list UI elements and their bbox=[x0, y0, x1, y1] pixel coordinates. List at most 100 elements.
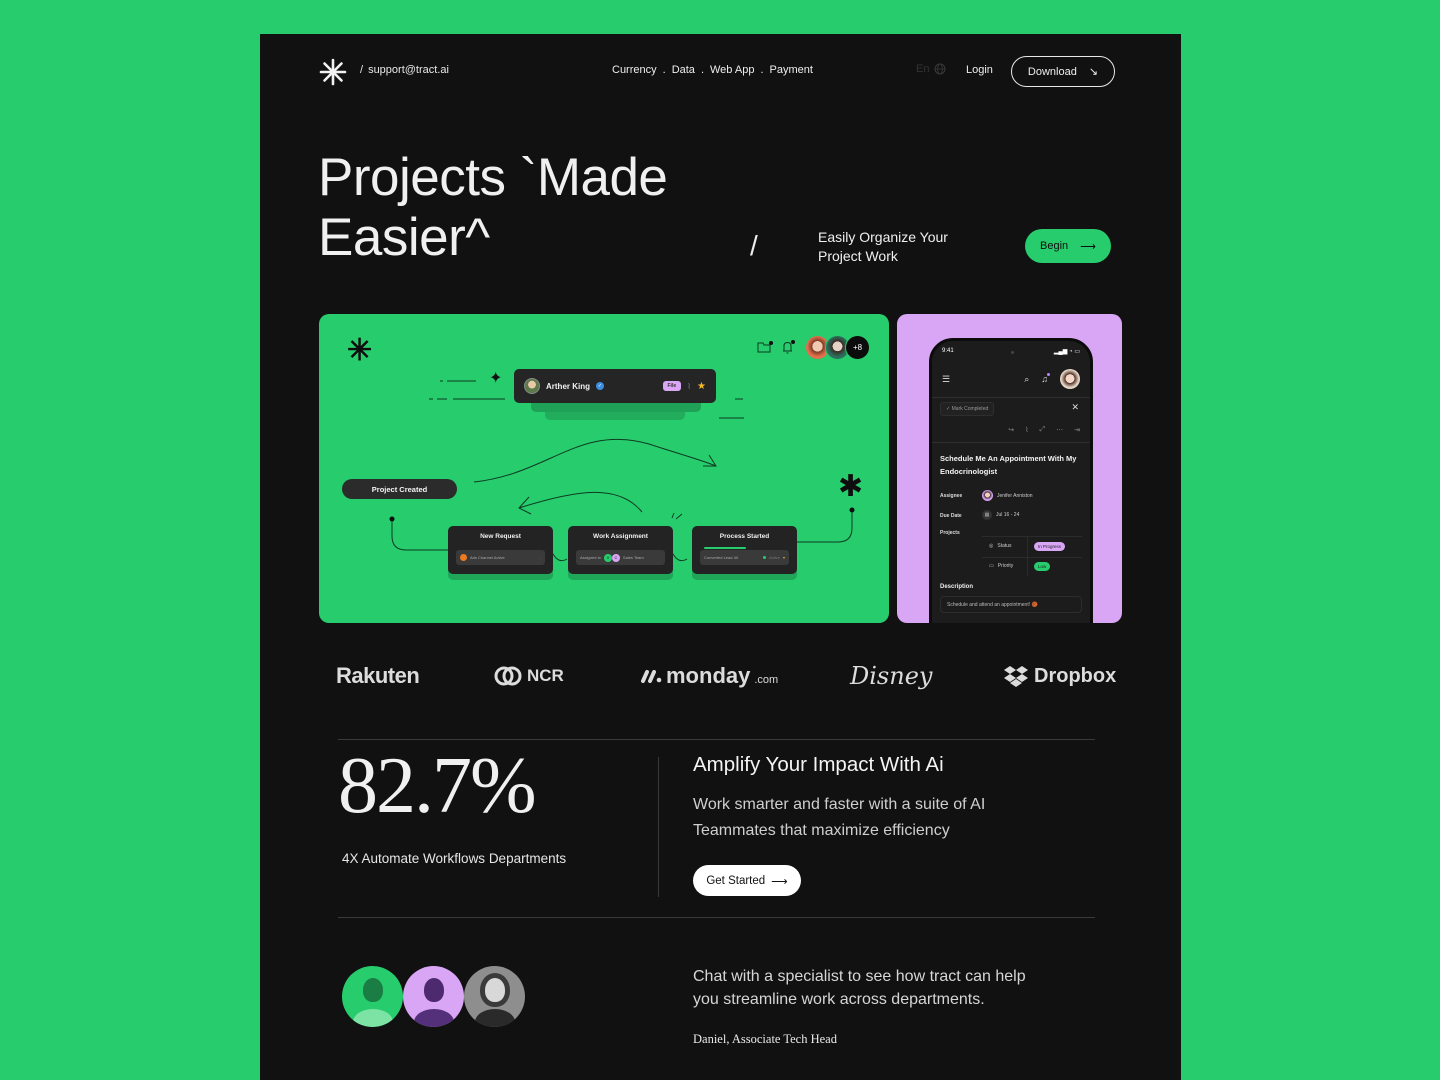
step-detail-text: Converted Lead 4X bbox=[704, 555, 739, 560]
dropbox-text: Dropbox bbox=[1034, 664, 1117, 687]
share-icon[interactable]: ↪ bbox=[1008, 426, 1014, 434]
nav-payment[interactable]: Payment bbox=[770, 64, 813, 76]
step-detail: Assigned to V C Sales Team bbox=[576, 550, 665, 565]
monday-logo: monday .com bbox=[640, 656, 778, 696]
expand-icon[interactable]: ⤢ bbox=[1040, 426, 1046, 434]
dropbox-logo: Dropbox bbox=[1003, 656, 1116, 696]
bell-icon[interactable]: ♫ bbox=[1041, 373, 1050, 384]
hero-title-line1: Projects `Made bbox=[318, 148, 668, 207]
disney-logo: Disney bbox=[850, 662, 933, 690]
task-title: Schedule Me An Appointment With My Endoc… bbox=[940, 454, 1077, 476]
hero-title-line2: Easier^ bbox=[318, 208, 490, 267]
download-label: Download bbox=[1027, 65, 1077, 78]
assignee-chip: V bbox=[603, 553, 612, 562]
attachment-icon[interactable]: ⌇ bbox=[1025, 426, 1028, 434]
folder-icon[interactable] bbox=[757, 341, 773, 354]
status-text: Active bbox=[769, 555, 780, 560]
avatar bbox=[982, 490, 993, 501]
support-contact[interactable]: / support@tract.ai bbox=[360, 64, 449, 76]
nav-data[interactable]: Data bbox=[672, 64, 695, 76]
monday-text: monday bbox=[666, 663, 751, 688]
stat-value: 82.7% bbox=[338, 742, 537, 830]
menu-icon[interactable]: ☰ bbox=[942, 374, 950, 385]
card-stack-shadow bbox=[531, 402, 701, 412]
nav-separator: . bbox=[662, 64, 666, 76]
due-date-text: Jul 16 - 24 bbox=[996, 512, 1020, 518]
login-link[interactable]: Login bbox=[966, 64, 993, 76]
hero-title: Projects `Made Easier^ bbox=[318, 148, 668, 268]
status-badge[interactable]: In Progress bbox=[1034, 542, 1066, 551]
close-icon[interactable]: ✕ bbox=[1071, 402, 1079, 413]
mobile-preview-card: 9:41 ▂▄▆ ◔ ▭ ☰ ⌕ ♫ ✓ Mark Completed ✕ ↪ … bbox=[897, 314, 1122, 623]
arrow-down-right-icon: ↘ bbox=[1088, 66, 1099, 78]
get-started-button[interactable]: Get Started ⟶ bbox=[693, 865, 801, 896]
priority-property: ▭ Priority bbox=[989, 563, 1013, 569]
due-date-value[interactable]: ▦ Jul 16 - 24 bbox=[982, 510, 1019, 520]
project-created-node[interactable]: Project Created bbox=[342, 479, 457, 499]
step-work-assignment[interactable]: Work Assignment Assigned to V C Sales Te… bbox=[568, 526, 673, 574]
nav-currency[interactable]: Currency bbox=[612, 64, 657, 76]
assignee-card[interactable]: Arther King ✓ File ⌇ ★ bbox=[514, 369, 716, 403]
begin-button[interactable]: Begin ⟶ bbox=[1025, 229, 1111, 263]
step-title: New Request bbox=[480, 533, 521, 540]
verified-badge-icon: ✓ bbox=[596, 382, 604, 390]
begin-label: Begin bbox=[1040, 240, 1069, 252]
assignee-chip: C bbox=[611, 553, 620, 562]
bell-icon[interactable] bbox=[781, 340, 795, 355]
lightning-icon bbox=[460, 554, 467, 561]
download-button[interactable]: Download ↘ bbox=[1011, 56, 1115, 87]
mark-completed-button[interactable]: ✓ Mark Completed bbox=[940, 402, 995, 416]
step-process-started[interactable]: Process Started Converted Lead 4X Active… bbox=[692, 526, 797, 574]
collapse-panel-icon[interactable]: ⇥ bbox=[1074, 426, 1080, 434]
project-properties: ◎ Status In Progress ▭ Priority Low bbox=[982, 536, 1082, 576]
monday-suffix: .com bbox=[754, 674, 779, 686]
ncr-text: NCR bbox=[527, 666, 564, 685]
phone-time: 9:41 bbox=[942, 348, 954, 354]
status-icon: ◎ bbox=[989, 543, 994, 549]
landing-page: / support@tract.ai Currency . Data . Web … bbox=[260, 34, 1181, 1080]
avatar bbox=[464, 966, 525, 1027]
avatar bbox=[342, 966, 403, 1027]
status-dot bbox=[763, 556, 767, 559]
refresh-icon: ◌ bbox=[538, 555, 541, 560]
asterisk-icon: ✳ bbox=[347, 334, 373, 367]
nav-separator: . bbox=[700, 64, 704, 76]
avatar bbox=[403, 966, 464, 1027]
more-avatars-count[interactable]: +8 bbox=[845, 335, 870, 360]
nav-web-app[interactable]: Web App bbox=[710, 64, 754, 76]
avatar[interactable] bbox=[1060, 369, 1080, 389]
divider bbox=[338, 739, 1095, 740]
divider bbox=[338, 917, 1095, 918]
person-name: Arther King bbox=[546, 381, 590, 391]
support-email-link[interactable]: support@tract.ai bbox=[368, 64, 449, 76]
collaborator-avatars[interactable]: +8 bbox=[805, 335, 870, 360]
language-selector[interactable]: En bbox=[916, 63, 946, 75]
sparkle-icon: ✦ bbox=[489, 370, 503, 387]
paperclip-icon[interactable]: ⌇ bbox=[687, 382, 691, 391]
ncr-logo: NCR bbox=[494, 656, 564, 696]
phone-camera bbox=[1011, 351, 1014, 354]
star-icon[interactable]: ★ bbox=[697, 381, 706, 392]
description-field[interactable]: Schedule and attend an appointment! 🏀 bbox=[940, 596, 1082, 613]
dropbox-mark-icon bbox=[1004, 666, 1028, 687]
assignee-value[interactable]: Jenifer Anniston bbox=[982, 490, 1033, 501]
status-property: ◎ Status bbox=[989, 543, 1012, 549]
testimonial-quote: Chat with a specialist to see how tract … bbox=[693, 968, 1026, 1008]
calendar-icon: ▦ bbox=[982, 510, 992, 520]
phone-mockup: 9:41 ▂▄▆ ◔ ▭ ☰ ⌕ ♫ ✓ Mark Completed ✕ ↪ … bbox=[929, 338, 1093, 623]
step-title: Process Started bbox=[719, 533, 770, 540]
step-detail-suffix: Sales Team bbox=[622, 555, 644, 560]
priority-badge[interactable]: Low bbox=[1034, 562, 1051, 571]
file-chip[interactable]: File bbox=[662, 381, 682, 391]
workflow-connectors bbox=[389, 380, 855, 562]
priority-label: Priority bbox=[997, 563, 1014, 569]
description-label: Description bbox=[940, 584, 974, 590]
main-nav: Currency . Data . Web App . Payment bbox=[612, 64, 813, 76]
language-label: En bbox=[916, 63, 930, 75]
more-icon[interactable]: ⋯ bbox=[1056, 426, 1063, 434]
stat-caption: 4X Automate Workflows Departments bbox=[342, 851, 567, 866]
projects-label: Projects bbox=[940, 530, 960, 536]
search-icon[interactable]: ⌕ bbox=[1024, 374, 1029, 385]
step-new-request[interactable]: New Request Ads Channel Active ◌ bbox=[448, 526, 553, 574]
tract-logo-icon[interactable] bbox=[319, 58, 347, 86]
